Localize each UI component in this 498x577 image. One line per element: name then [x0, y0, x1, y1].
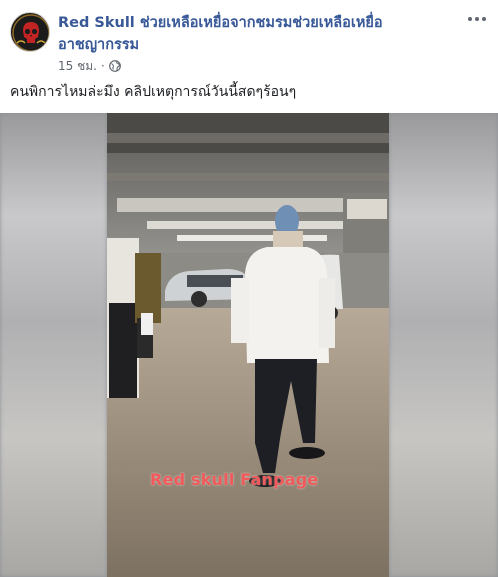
video-blur-right — [389, 113, 498, 577]
video-watermark: Red skull Fanpage — [150, 470, 319, 489]
page-avatar[interactable] — [10, 12, 50, 52]
meta-separator: · — [100, 59, 105, 73]
post-caption: คนพิการไหมล่ะมึง คลิปเหตุการณ์วันนี้สดๆร… — [10, 84, 297, 100]
post-video[interactable]: Red skull Fanpage — [0, 113, 498, 577]
video-frame — [107, 113, 389, 577]
parking-garage-scene — [107, 113, 389, 577]
more-options-button[interactable] — [466, 10, 488, 28]
red-skull-logo-icon — [12, 14, 49, 51]
post-author-link[interactable]: Red Skull ช่วยเหลือเหยื่อจากชมรมช่วยเหลื… — [58, 12, 428, 56]
facebook-post: Red Skull ช่วยเหลือเหยื่อจากชมรมช่วยเหลื… — [0, 0, 498, 577]
more-options-icon — [468, 17, 472, 21]
post-meta: 15 ชม. · — [58, 58, 121, 74]
video-blur-left — [0, 113, 107, 577]
globe-icon[interactable] — [108, 60, 121, 72]
post-timestamp[interactable]: 15 ชม. — [58, 57, 97, 76]
